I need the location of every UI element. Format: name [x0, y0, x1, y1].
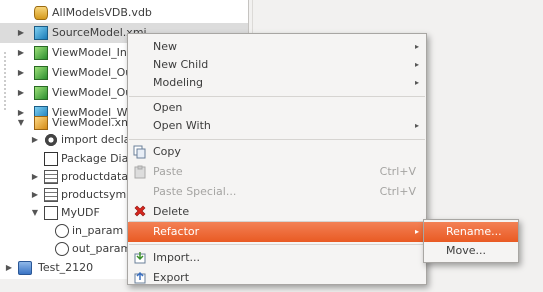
view-model-icon [34, 66, 48, 80]
menu-item-label: Modeling [153, 76, 204, 89]
menu-item-paste[interactable]: Paste Ctrl+V [128, 162, 426, 182]
menu-item-new-child[interactable]: New Child ▸ [128, 55, 426, 75]
tree-item-label: ViewModel_Out [52, 86, 137, 99]
parameter-icon [55, 224, 69, 238]
menu-item-copy[interactable]: Copy [128, 142, 426, 162]
menu-item-label: Rename... [446, 225, 502, 238]
menu-item-export[interactable]: Export [128, 268, 426, 288]
expand-arrow-icon[interactable]: ▶ [16, 63, 26, 83]
menu-item-label: Delete [153, 205, 190, 218]
menu-item-label: New [153, 40, 177, 53]
tree-item-label: ViewModel_Out [52, 66, 137, 79]
package-diagram-icon [44, 152, 58, 166]
menu-item-shortcut: Ctrl+V [379, 165, 416, 178]
expand-arrow-icon[interactable]: ▶ [16, 23, 26, 43]
menu-item-label: Refactor [153, 225, 200, 238]
menu-separator [129, 244, 425, 245]
refactor-submenu: Rename... Move... [423, 219, 519, 263]
project-icon [18, 261, 32, 275]
menu-item-rename[interactable]: Rename... [424, 222, 518, 242]
submenu-arrow-icon: ▸ [414, 42, 419, 51]
menu-item-label: Open [153, 101, 183, 114]
tree-item-allmodelsvdb[interactable]: AllModelsVDB.vdb [0, 3, 248, 23]
table-icon [44, 170, 58, 184]
menu-separator [129, 96, 425, 97]
view-model-icon [34, 116, 48, 130]
tree-item-label: productdata [61, 170, 129, 183]
view-model-icon [34, 86, 48, 100]
copy-icon [133, 145, 147, 159]
vdb-cylinder-icon [34, 6, 48, 20]
submenu-arrow-icon: ▸ [414, 78, 419, 87]
menu-item-import[interactable]: Import... [128, 248, 426, 268]
menu-item-refactor[interactable]: Refactor ▸ [128, 222, 426, 242]
tree-item-label: MyUDF [61, 206, 100, 219]
menu-item-new[interactable]: New ▸ [128, 37, 426, 57]
menu-item-label: Import... [153, 251, 200, 264]
tree-item-label: Test_2120 [38, 261, 94, 274]
source-model-icon [34, 26, 48, 40]
expand-arrow-icon[interactable]: ▶ [16, 83, 26, 103]
udf-icon [44, 206, 58, 220]
context-menu: New ▸ New Child ▸ Modeling ▸ Open Open W… [127, 33, 427, 285]
menu-item-label: New Child [153, 58, 209, 71]
table-icon [44, 188, 58, 202]
menu-item-label: Open With [153, 119, 211, 132]
expand-arrow-icon[interactable]: ▶ [4, 258, 14, 278]
menu-item-paste-special[interactable]: Paste Special... Ctrl+V [128, 182, 426, 202]
menu-item-open[interactable]: Open [128, 98, 426, 118]
delete-icon [133, 205, 147, 219]
expand-arrow-icon[interactable]: ▶ [30, 167, 40, 187]
tree-item-label: AllModelsVDB.vdb [52, 6, 152, 19]
export-icon [133, 271, 147, 285]
paste-icon [133, 165, 147, 179]
menu-item-label: Move... [446, 244, 486, 257]
menu-item-label: Copy [153, 145, 181, 158]
expand-arrow-icon[interactable]: ▶ [30, 185, 40, 205]
expand-arrow-icon[interactable]: ▶ [16, 43, 26, 63]
menu-item-open-with[interactable]: Open With ▸ [128, 116, 426, 136]
submenu-arrow-icon: ▸ [414, 60, 419, 69]
view-model-icon [34, 46, 48, 60]
menu-separator [129, 139, 425, 140]
menu-item-label: Paste [153, 165, 183, 178]
menu-item-modeling[interactable]: Modeling ▸ [128, 73, 426, 93]
menu-item-delete[interactable]: Delete [128, 202, 426, 222]
menu-item-label: Paste Special... [153, 185, 237, 198]
menu-item-shortcut: Ctrl+V [379, 185, 416, 198]
menu-item-move[interactable]: Move... [424, 241, 518, 261]
collapse-arrow-icon[interactable]: ▼ [30, 203, 40, 223]
submenu-arrow-icon: ▸ [414, 227, 419, 236]
expand-arrow-icon[interactable]: ▶ [30, 130, 40, 150]
parameter-icon [55, 242, 69, 256]
import-gear-icon [44, 133, 58, 147]
submenu-arrow-icon: ▸ [414, 121, 419, 130]
menu-item-label: Export [153, 271, 190, 284]
import-icon [133, 251, 147, 265]
